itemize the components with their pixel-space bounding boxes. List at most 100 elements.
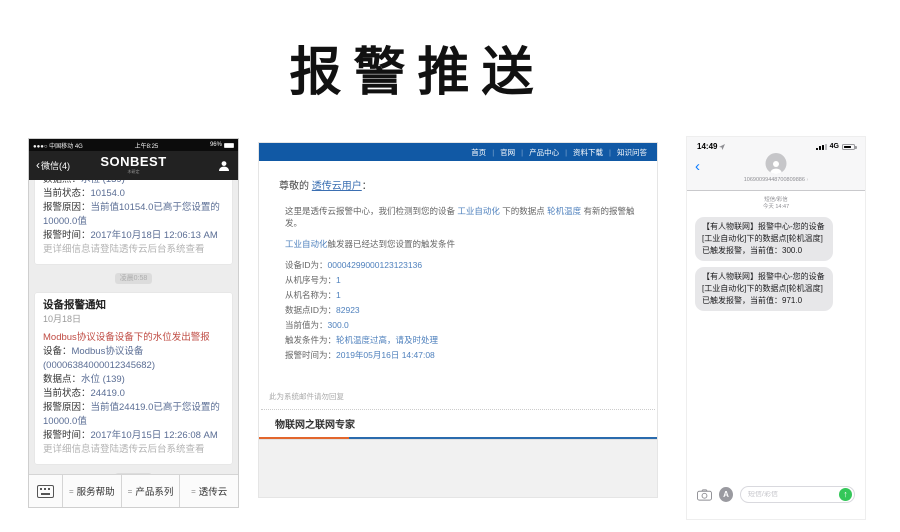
field-label: 触发条件为： — [285, 335, 336, 345]
menu-item-cloud[interactable]: =透传云 — [179, 475, 238, 507]
wechat-panel: ●●●○ 中国移动 4G 上午8:25 96% ‹ 微信(4) SONBEST … — [28, 138, 239, 508]
battery-icon — [224, 143, 234, 148]
message-input-wrap: ↑ — [740, 486, 855, 503]
greeting: 尊敬的 透传云用户： — [259, 177, 647, 192]
menu-label: 透传云 — [199, 484, 228, 498]
field-value: 24419.0 — [91, 388, 125, 399]
carrier-label: ●●●○ 中国移动 4G — [33, 141, 83, 150]
field-value: 10154.0 — [91, 188, 125, 199]
field-row: 当前状态：24419.0 — [43, 387, 224, 401]
keyboard-icon — [37, 485, 54, 498]
site-nav-bar: 首页 官网 产品中心 资料下载 知识问答 — [259, 143, 657, 161]
field-label: 当前状态： — [43, 188, 91, 199]
datapoint-link[interactable]: 轮机温度 — [547, 206, 581, 216]
field-value: 水位 (139) — [81, 374, 125, 385]
card-footer-hint: 更详细信息请登陆透传云后台系统查看 — [43, 243, 224, 257]
menu-item-product-series[interactable]: =产品系列 — [121, 475, 180, 507]
sms-message-bubble: 【有人物联网】报警中心-您的设备[工业自动化]下的数据点[轮机温度]已触发报警，… — [695, 217, 833, 261]
field-label: 报警时间为： — [285, 350, 336, 360]
location-arrow-icon — [719, 144, 725, 150]
user-link[interactable]: 透传云用户 — [312, 181, 362, 192]
field-value: 00004299000123123136 — [328, 260, 423, 270]
back-chevron-icon: ‹ — [36, 161, 40, 170]
wechat-chat-area: 数据点：水位 (139) 当前状态：10154.0 报警原因：当前值10154.… — [29, 180, 238, 474]
device-link[interactable]: 工业自动化 — [285, 239, 328, 249]
paragraph-text: 触发器已经达到您设置的触发条件 — [328, 239, 456, 249]
field-row: 设备ID为：00004299000123123136 — [259, 259, 647, 274]
wechat-back-button[interactable]: ‹ 微信(4) — [36, 159, 70, 172]
field-value: 82923 — [336, 305, 360, 315]
greeting-prefix: 尊敬的 — [279, 181, 312, 192]
menu-label: 产品系列 — [135, 484, 173, 498]
field-row: 报警时间为：2019年05月16日 14:47:08 — [259, 349, 647, 364]
message-input[interactable] — [748, 491, 839, 498]
trigger-paragraph: 工业自动化触发器已经达到您设置的触发条件 — [259, 238, 647, 250]
menu-item-service-help[interactable]: =服务帮助 — [63, 475, 121, 507]
sms-status-bar: 14:49 4G — [687, 137, 865, 151]
appstore-icon[interactable]: A — [719, 487, 733, 502]
camera-icon[interactable] — [697, 489, 712, 501]
field-label: 当前值为： — [285, 320, 328, 330]
page-title: 报警推送 — [0, 30, 835, 105]
person-icon — [769, 159, 784, 174]
menu-bullet-icon: = — [69, 487, 74, 496]
battery-indicator: 96% — [210, 142, 234, 148]
sms-back-button[interactable]: ‹ — [695, 159, 700, 174]
field-row: 当前状态：10154.0 — [43, 187, 224, 201]
nav-knowledge[interactable]: 知识问答 — [603, 147, 647, 158]
spacer — [687, 311, 865, 486]
field-row: 报警时间：2017年10月18日 12:06:13 AM — [43, 229, 224, 243]
field-row: 设备：Modbus协议设备 (00006384000012345682) — [43, 345, 224, 373]
status-right: 4G — [816, 143, 855, 150]
wechat-status-bar: ●●●○ 中国移动 4G 上午8:25 96% — [29, 139, 238, 151]
field-row: 当前值为：300.0 — [259, 319, 647, 334]
field-value: 2019年05月16日 14:47:08 — [336, 350, 435, 360]
number-label: 10690099448700809886 — [744, 177, 805, 183]
thread-type-label: 短信/彩信 — [687, 197, 865, 204]
paragraph-text: 下的数据点 — [500, 206, 547, 216]
field-row: 报警原因：当前值24419.0已高于您设置的10000.0值 — [43, 401, 224, 429]
alarm-message-card-1[interactable]: 数据点：水位 (139) 当前状态：10154.0 报警原因：当前值10154.… — [35, 180, 232, 264]
field-label: 设备： — [43, 346, 72, 357]
field-value: 1 — [336, 290, 341, 300]
field-row: 从机名称为：1 — [259, 289, 647, 304]
field-label: 从机名称为： — [285, 290, 336, 300]
field-label: 从机序号为： — [285, 275, 336, 285]
card-footer-hint: 更详细信息请登陆透传云后台系统查看 — [43, 443, 224, 457]
forward-chevron-icon: › — [806, 177, 808, 183]
footer-slogan: 物联网之联网专家 — [259, 410, 657, 437]
nav-official-site[interactable]: 官网 — [486, 147, 515, 158]
timestamp-pill: 凌晨0:58 — [115, 273, 153, 284]
keyboard-toggle-button[interactable] — [29, 475, 63, 507]
alarm-message-card-2[interactable]: 设备报警通知 10月18日 Modbus协议设备设备下的水位发出警报 设备：Mo… — [35, 293, 232, 464]
email-alert-panel: 首页 官网 产品中心 资料下载 知识问答 尊敬的 透传云用户： 这里是透传云报警… — [258, 142, 658, 498]
paragraph-text: 这里是透传云报警中心，我们检测到您的设备 — [285, 206, 457, 216]
field-label: 数据点： — [43, 374, 81, 385]
sms-panel: 14:49 4G ‹ 10690099448700809886 › — [686, 136, 866, 520]
nav-product-center[interactable]: 产品中心 — [515, 147, 559, 158]
system-mail-note: 此为系统邮件请勿回复 — [259, 391, 647, 402]
alert-text: Modbus协议设备设备下的水位发出警报 — [43, 331, 224, 345]
page: 报警推送 ●●●○ 中国移动 4G 上午8:25 96% ‹ 微信(4) SON… — [0, 0, 900, 532]
device-link[interactable]: 工业自动化 — [457, 206, 500, 216]
field-row: 数据点：水位 (139) — [43, 180, 224, 187]
field-label: 数据点ID为： — [285, 305, 336, 315]
send-button[interactable]: ↑ — [839, 488, 852, 501]
field-value: 轮机温度过高，请及时处理 — [336, 335, 438, 345]
menu-bullet-icon: = — [128, 487, 133, 496]
menu-bullet-icon: = — [191, 487, 196, 496]
time-label: 14:49 — [697, 142, 717, 151]
contact-avatar[interactable] — [766, 153, 787, 174]
contact-number[interactable]: 10690099448700809886 › — [687, 177, 865, 183]
field-label: 设备ID为： — [285, 260, 328, 270]
battery-icon — [842, 144, 855, 150]
field-label: 报警时间： — [43, 230, 91, 241]
nav-downloads[interactable]: 资料下载 — [559, 147, 603, 158]
contact-profile-button[interactable] — [217, 159, 231, 173]
nav-home[interactable]: 首页 — [471, 147, 486, 158]
battery-percent: 96% — [210, 142, 222, 148]
footer-area — [259, 439, 657, 497]
field-label: 数据点： — [43, 180, 81, 185]
field-label: 报警原因： — [43, 202, 91, 213]
status-time: 上午8:25 — [135, 141, 159, 150]
